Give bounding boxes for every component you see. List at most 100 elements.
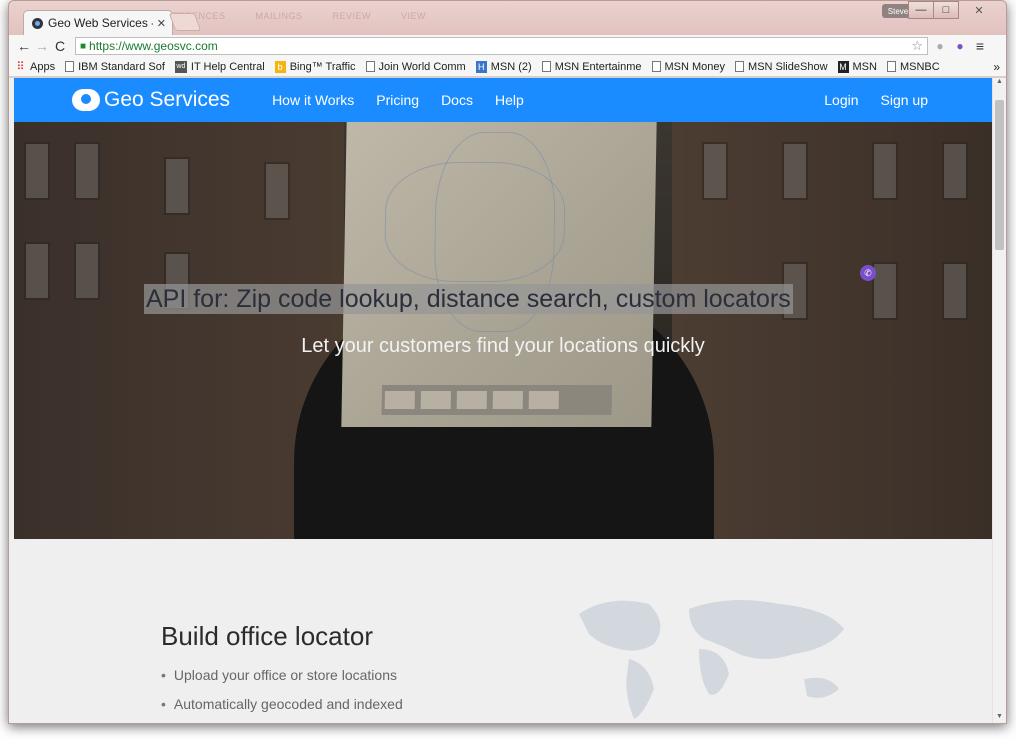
account-links: Login Sign up xyxy=(802,92,928,108)
bookmarks-bar: ⠿ Apps IBM Standard Sof wd IT Help Central… xyxy=(9,57,1006,77)
address-bar[interactable]: ■ https://www.geosvc.com ☆ xyxy=(75,37,928,55)
bookmark-star-icon[interactable]: ☆ xyxy=(911,38,923,54)
bookmark-item[interactable]: Join World Comm xyxy=(365,60,466,73)
ghost-ribbon-item: MAILINGS xyxy=(255,11,303,21)
nav-pricing[interactable]: Pricing xyxy=(376,92,419,108)
bookmark-label: IT Help Central xyxy=(190,60,265,73)
world-map-graphic xyxy=(579,600,844,719)
bookmark-item[interactable]: H MSN (2) xyxy=(475,60,532,73)
feature-section: Build office locator Upload your office … xyxy=(14,539,992,723)
page-viewport: Geo Services How it Works Pricing Docs H… xyxy=(9,78,1006,723)
browser-toolbar: ← → C ■ https://www.geosvc.com ☆ ● ● ≡ xyxy=(9,35,1006,57)
favicon-icon xyxy=(32,17,43,29)
cloud-logo-icon xyxy=(72,89,100,111)
nav-help[interactable]: Help xyxy=(495,92,524,108)
scroll-down-icon[interactable]: ▼ xyxy=(993,713,1006,723)
bookmark-label: MSN SlideShow xyxy=(748,60,828,73)
tab-title: Geo Web Services - ( xyxy=(48,16,153,30)
apps-icon: ⠿ xyxy=(16,61,25,73)
page-icon xyxy=(65,61,75,72)
maximize-button[interactable]: □ xyxy=(933,1,959,19)
feature-bullet: Automatically geocoded and indexed xyxy=(161,696,403,712)
building-window xyxy=(702,142,728,200)
building-window xyxy=(942,262,968,320)
building-window xyxy=(74,242,100,300)
building-window xyxy=(264,162,290,220)
bookmark-apps[interactable]: ⠿ Apps xyxy=(15,60,56,74)
logo-text: Geo Services xyxy=(104,88,231,111)
viber-extension-icon[interactable]: ● xyxy=(952,39,968,53)
title-bar: REFERENCES MAILINGS REVIEW VIEW Geo Web … xyxy=(9,1,1006,35)
scrollbar-thumb[interactable] xyxy=(995,100,1004,250)
reload-icon[interactable]: C xyxy=(51,38,69,54)
feature-bullet: Upload your office or store locations xyxy=(161,667,403,683)
site-logo[interactable]: Geo Services xyxy=(72,88,230,112)
map-photo-strip xyxy=(381,385,613,415)
h-icon: H xyxy=(475,60,487,73)
nav-docs[interactable]: Docs xyxy=(441,92,473,108)
msn-icon: M xyxy=(837,60,849,73)
bookmark-label: IBM Standard Sof xyxy=(78,60,165,73)
browser-window: REFERENCES MAILINGS REVIEW VIEW Geo Web … xyxy=(8,0,1007,724)
bookmark-item[interactable]: MSNBC xyxy=(886,60,940,73)
building-window xyxy=(164,157,190,215)
building-window xyxy=(872,142,898,200)
page-icon xyxy=(651,61,661,72)
ghost-ribbon-item: REVIEW xyxy=(332,11,372,21)
minimize-button[interactable]: — xyxy=(908,1,934,19)
bookmark-item[interactable]: b Bing™ Traffic xyxy=(274,60,356,73)
bookmark-item[interactable]: IBM Standard Sof xyxy=(65,61,165,73)
bookmark-label: Join World Comm xyxy=(378,60,466,73)
page-icon xyxy=(886,61,896,72)
wd-icon: wd xyxy=(174,60,187,73)
lock-icon: ■ xyxy=(80,40,87,52)
bookmarks-overflow-button[interactable]: » xyxy=(993,60,1000,74)
bookmark-item[interactable]: M MSN xyxy=(837,60,877,73)
bookmark-item[interactable]: MSN Entertainme xyxy=(541,60,642,73)
bookmark-item[interactable]: MSN SlideShow xyxy=(735,60,828,73)
close-tab-icon[interactable]: ✕ xyxy=(157,17,166,30)
nav-how-it-works[interactable]: How it Works xyxy=(272,92,354,108)
building-window xyxy=(24,142,50,200)
bookmark-item[interactable]: MSN Money xyxy=(651,60,726,73)
hero-headline: API for: Zip code lookup, distance searc… xyxy=(144,284,793,314)
ghost-ribbon-item: VIEW xyxy=(401,11,427,21)
main-nav: How it Works Pricing Docs Help xyxy=(272,92,546,108)
bookmark-item[interactable]: wd IT Help Central xyxy=(174,60,265,73)
close-window-button[interactable]: ✕ xyxy=(958,1,1000,19)
hero-subheadline: Let your customers find your locations q… xyxy=(301,335,705,357)
extension-icon[interactable]: ● xyxy=(932,39,948,53)
menu-icon[interactable]: ≡ xyxy=(972,38,988,54)
viber-call-icon[interactable]: ✆ xyxy=(860,265,876,281)
bookmark-label: Apps xyxy=(30,60,56,73)
bookmark-label: MSN Entertainme xyxy=(554,60,642,73)
site-header: Geo Services How it Works Pricing Docs H… xyxy=(14,78,992,122)
hero-paper-map xyxy=(341,122,657,427)
building-window xyxy=(942,142,968,200)
signup-link[interactable]: Sign up xyxy=(881,92,928,108)
bookmark-label: MSN xyxy=(852,60,877,73)
hero-banner: API for: Zip code lookup, distance searc… xyxy=(14,122,992,539)
window-controls: — □ ✕ xyxy=(908,1,1000,19)
bing-icon: b xyxy=(274,60,286,73)
feature-list: Upload your office or store locations Au… xyxy=(161,667,403,723)
bookmark-label: Bing™ Traffic xyxy=(289,60,356,73)
login-link[interactable]: Login xyxy=(824,92,858,108)
page-icon xyxy=(541,61,551,72)
ghost-ribbon: REFERENCES MAILINGS REVIEW VIEW xyxy=(159,11,426,21)
feature-title: Build office locator xyxy=(161,621,373,651)
forward-icon[interactable]: → xyxy=(33,38,51,54)
scroll-up-icon[interactable]: ▲ xyxy=(993,78,1006,90)
page-scrollbar[interactable]: ▲ ▼ xyxy=(992,78,1006,723)
bookmark-label: MSN Money xyxy=(664,60,726,73)
page-icon xyxy=(735,61,745,72)
bookmark-label: MSN (2) xyxy=(490,60,532,73)
browser-tab[interactable]: Geo Web Services - ( ✕ xyxy=(23,10,173,35)
page-icon xyxy=(365,61,375,72)
building-window xyxy=(24,242,50,300)
hero-background-building xyxy=(672,122,992,539)
building-window xyxy=(782,142,808,200)
url-text: https://www.geosvc.com xyxy=(89,39,218,53)
back-icon[interactable]: ← xyxy=(15,38,33,54)
bookmark-label: MSNBC xyxy=(899,60,940,73)
